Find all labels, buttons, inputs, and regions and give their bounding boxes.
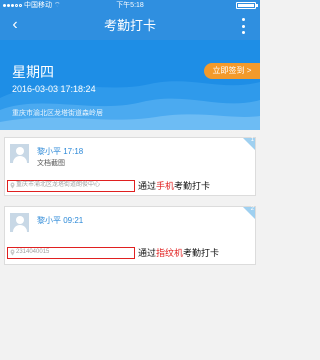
record-location-box: 重庆市渝北区龙塔街道朗俊中心 (7, 180, 135, 192)
header: ‹ 考勤打卡 (0, 11, 260, 40)
note-highlight: 手机 (156, 181, 175, 191)
note-prefix: 通过 (138, 181, 157, 191)
banner: 星期四 2016-03-03 17:18:24 重庆市渝北区龙塔街道森岭居 立即… (0, 40, 260, 130)
note-highlight: 指纹机 (156, 248, 184, 258)
note-suffix: 考勤打卡 (183, 248, 220, 258)
record-location-text: 重庆市渝北区龙塔街道朗俊中心 (16, 182, 101, 188)
avatar (9, 143, 30, 164)
signin-button[interactable]: 立即签到 > (204, 63, 260, 79)
name-time: 黎小平 17:18 (37, 147, 84, 156)
record-note: 通过指纹机考勤打卡 (138, 246, 219, 259)
page-title: 考勤打卡 (103, 18, 156, 33)
battery-icon (236, 2, 258, 9)
note-suffix: 考勤打卡 (174, 181, 211, 191)
location-pin-icon (10, 182, 15, 189)
note-prefix: 通过 (138, 248, 157, 258)
status-bar: 中国移动 ⌔ 下午5:18 (0, 0, 260, 11)
more-icon[interactable] (240, 18, 246, 34)
attendance-record-2[interactable]: 黎小平 09:21 2 2314040015 通过指纹机考勤打卡 (4, 206, 256, 265)
status-time: 下午5:18 (116, 2, 144, 9)
record-index: 1 (250, 137, 254, 143)
record-index: 2 (250, 206, 254, 212)
current-datetime: 2016-03-03 17:18:24 (12, 84, 96, 94)
record-note: 通过手机考勤打卡 (138, 179, 210, 192)
weekday: 星期四 (12, 64, 54, 80)
attendance-record-1[interactable]: 黎小平 17:18 文档截图 1 重庆市渝北区龙塔街道朗俊中心 通过手机考勤打卡 (4, 137, 256, 196)
avatar (9, 212, 30, 233)
current-location: 重庆市渝北区龙塔街道森岭居 (12, 110, 103, 117)
name-time: 黎小平 09:21 (37, 216, 84, 225)
location-pin-icon (10, 249, 15, 256)
record-location-box: 2314040015 (7, 247, 135, 259)
record-subtitle: 文档截图 (37, 160, 65, 167)
record-location-text: 2314040015 (16, 249, 50, 255)
